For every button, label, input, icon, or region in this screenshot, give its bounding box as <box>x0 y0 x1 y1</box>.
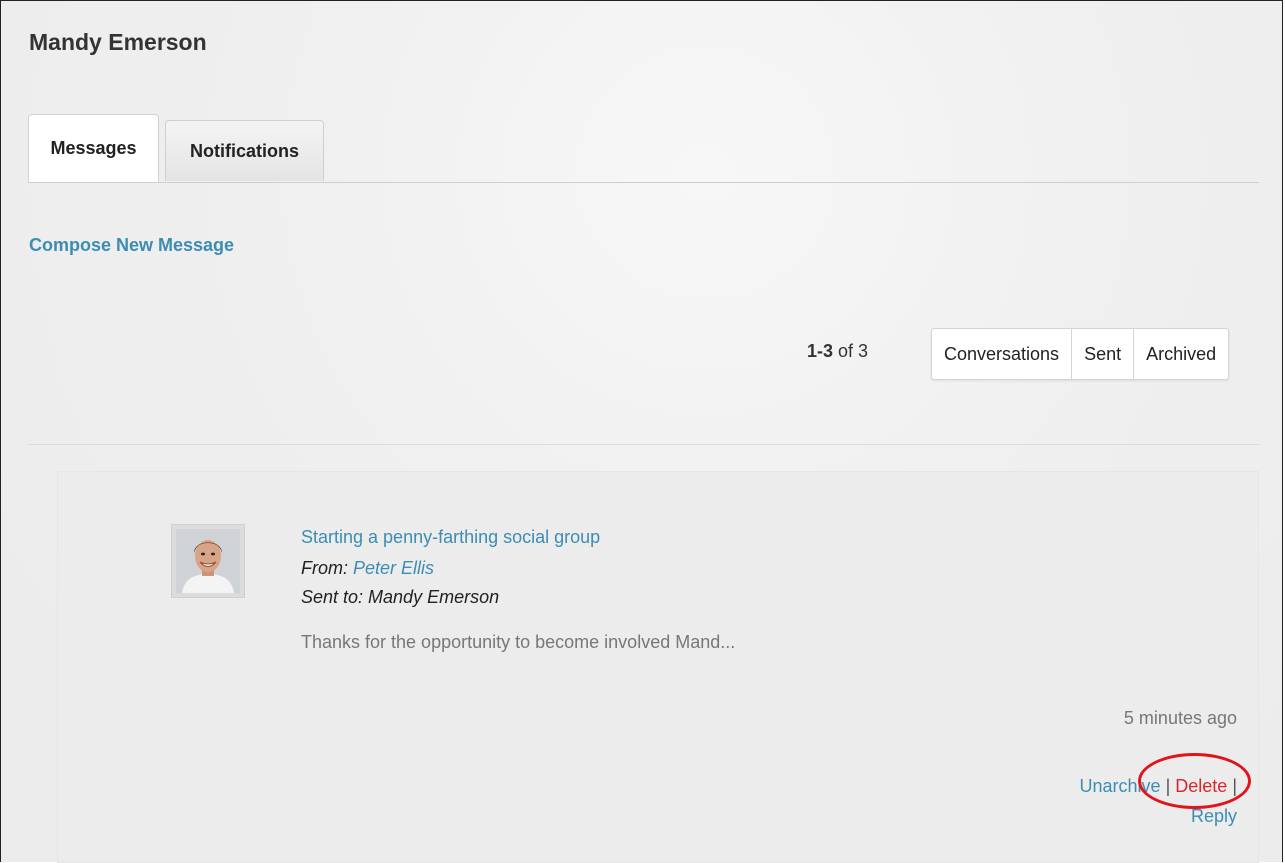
pager-count: 1-3 of 3 <box>807 341 868 362</box>
tab-messages-label: Messages <box>50 138 137 158</box>
action-separator: | <box>1232 776 1237 796</box>
from-prefix: From: <box>301 558 348 578</box>
message-timestamp: 5 minutes ago <box>1123 708 1237 728</box>
tab-notifications[interactable]: Notifications <box>165 120 324 181</box>
user-avatar-icon <box>176 529 240 593</box>
unarchive-link[interactable]: Unarchive <box>1080 776 1161 796</box>
filter-sent-button[interactable]: Sent <box>1072 329 1135 379</box>
tab-messages[interactable]: Messages <box>28 114 159 182</box>
filter-archived-button[interactable]: Archived <box>1134 329 1228 379</box>
compose-new-message-link[interactable]: Compose New Message <box>29 235 234 256</box>
pager-range: 1-3 <box>807 341 834 361</box>
action-separator: | <box>1165 776 1171 796</box>
message-subject-link[interactable]: Starting a penny-farthing social group <box>301 527 600 548</box>
filter-conversations-button[interactable]: Conversations <box>932 329 1073 379</box>
delete-link[interactable]: Delete <box>1175 776 1227 796</box>
pager-total: of 3 <box>838 341 869 361</box>
message-actions: Unarchive | Delete | Reply <box>1017 771 1238 831</box>
message-filter-group: Conversations Sent Archived <box>931 328 1230 380</box>
message-sent-to: Sent to: Mandy Emerson <box>301 587 500 607</box>
tab-bar: Messages Notifications <box>28 114 1259 183</box>
message-from: From: Peter Ellis <box>301 558 434 579</box>
tab-notifications-label: Notifications <box>189 140 299 161</box>
page-title: Mandy Emerson <box>29 29 207 55</box>
message-card: Starting a penny-farthing social group F… <box>57 471 1259 863</box>
section-divider <box>28 444 1259 445</box>
app-frame: Mandy Emerson Messages Notifications Com… <box>0 0 1283 863</box>
sender-link[interactable]: Peter Ellis <box>353 558 434 578</box>
reply-link[interactable]: Reply <box>1191 806 1237 826</box>
avatar[interactable] <box>171 524 245 598</box>
message-preview: Thanks for the opportunity to become inv… <box>301 632 736 652</box>
